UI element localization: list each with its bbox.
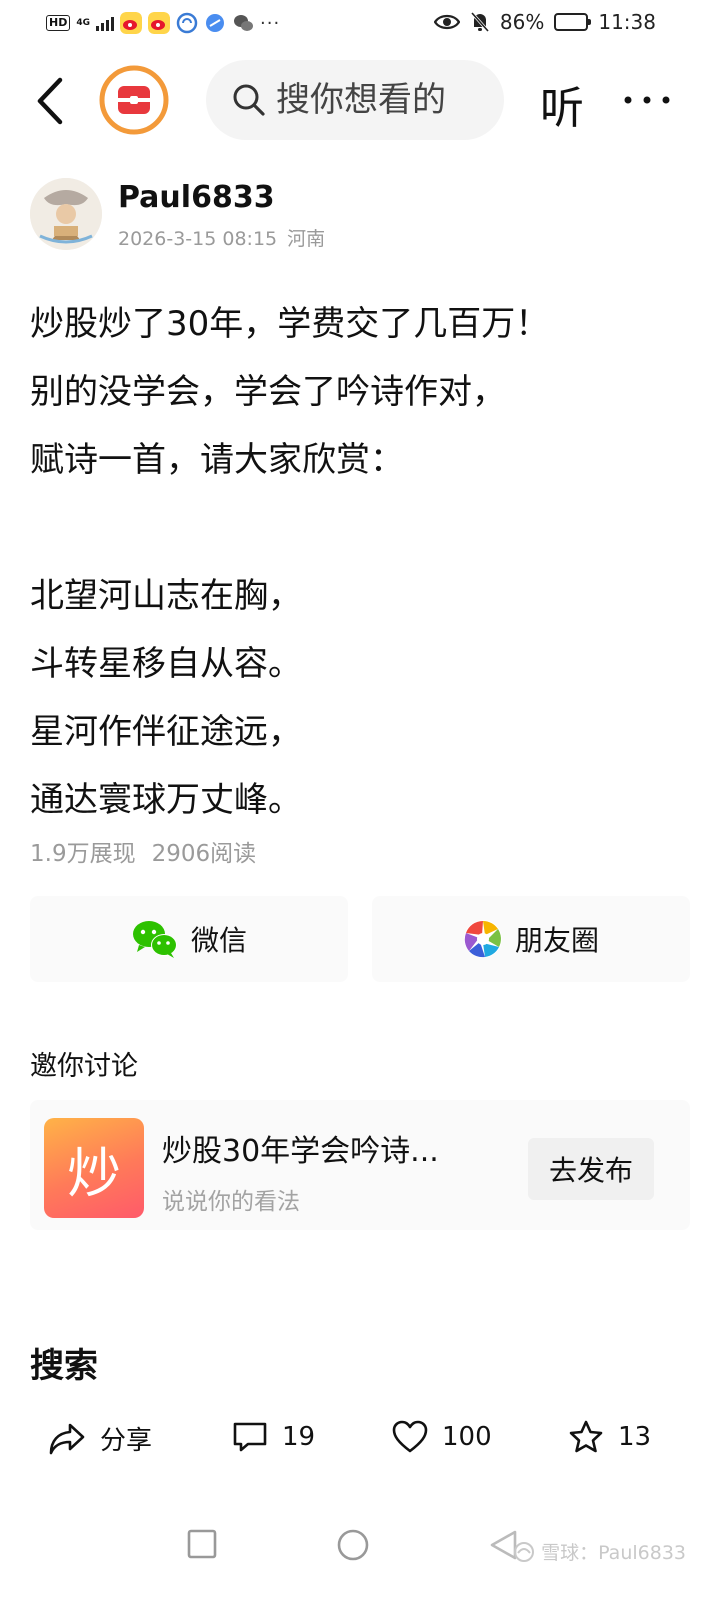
post-line: 别的没学会，学会了吟诗作对， — [30, 372, 506, 412]
favorite-count: 13 — [618, 1422, 652, 1452]
impressions-count: 1.9万展现 — [30, 841, 136, 867]
wechat-notification-icon — [234, 15, 253, 31]
more-menu-button[interactable] — [622, 80, 672, 127]
back-button[interactable] — [30, 74, 70, 128]
comment-action-button[interactable]: 19 — [232, 1420, 315, 1454]
comment-count: 19 — [282, 1422, 316, 1452]
poem-line: 北望河山志在胸， — [30, 576, 302, 616]
topic-icon: 炒 — [44, 1118, 144, 1218]
author-name[interactable]: Paul6833 — [118, 180, 275, 215]
share-action-label: 分享 — [100, 1426, 153, 1456]
more-dots-icon — [624, 96, 670, 104]
app-notification-icon — [176, 12, 198, 34]
like-count: 100 — [442, 1422, 492, 1452]
system-nav-bar: 雪球：Paul6833 — [0, 1500, 720, 1600]
topic-title: 炒股30年学会吟诗... — [162, 1134, 439, 1169]
poem-line: 斗转星移自从容。 — [30, 644, 302, 684]
listen-button[interactable]: 听 — [540, 72, 584, 136]
post-stats: 1.9万展现 2906阅读 — [30, 834, 256, 868]
post-datetime: 2026-3-15 08:15 — [118, 228, 278, 250]
search-section-heading: 搜索 — [30, 1346, 98, 1386]
clock: 11:38 — [598, 10, 656, 34]
eye-comfort-icon — [433, 14, 460, 30]
mute-bell-icon — [470, 12, 490, 32]
avatar[interactable] — [30, 178, 102, 250]
comment-icon — [233, 1422, 267, 1452]
hd-indicator: HD — [46, 15, 71, 31]
search-input[interactable] — [276, 80, 476, 120]
watermark: 雪球：Paul6833 — [513, 1538, 686, 1565]
reads-count: 2906阅读 — [151, 841, 257, 867]
more-notifications-icon: ··· — [260, 12, 281, 34]
share-row: 微信 朋友圈 — [30, 896, 690, 982]
post-location: 河南 — [287, 228, 326, 250]
search-bar[interactable] — [206, 60, 504, 140]
weibo-notification-icon-2 — [148, 12, 170, 34]
signal-icon — [96, 15, 114, 31]
app-logo-icon[interactable] — [98, 64, 170, 136]
heart-icon — [392, 1420, 428, 1453]
author-header: Paul6833 2026-3-15 08:15 河南 — [30, 178, 690, 250]
poem-line: 星河作伴征途远， — [30, 712, 302, 752]
weibo-notification-icon — [120, 12, 142, 34]
poem-line: 通达寰球万丈峰。 — [30, 780, 302, 820]
browser-notification-icon — [206, 14, 224, 32]
network-type: 4G — [76, 17, 90, 28]
top-nav: 听 — [0, 56, 720, 146]
like-action-button[interactable]: 100 — [392, 1420, 492, 1454]
wechat-icon — [132, 921, 177, 958]
share-moments-label: 朋友圈 — [514, 924, 599, 957]
post-line: 赋诗一首，请大家欣赏： — [30, 440, 404, 480]
publish-button[interactable]: 去发布 — [528, 1138, 654, 1200]
snowball-logo-icon — [514, 1541, 535, 1562]
avatar-image — [30, 178, 102, 250]
post-line: 炒股炒了30年，学费交了几百万！ — [30, 304, 550, 344]
share-arrow-icon — [49, 1423, 85, 1454]
status-left: HD 4G ··· — [46, 12, 280, 34]
watermark-text: 雪球：Paul6833 — [541, 1542, 686, 1564]
topic-card[interactable]: 炒 炒股30年学会吟诗... 说说你的看法 去发布 — [30, 1100, 690, 1230]
moments-icon — [463, 920, 502, 958]
back-arrow-icon — [37, 77, 63, 125]
share-action-button[interactable]: 分享 — [48, 1420, 152, 1457]
share-moments-button[interactable]: 朋友圈 — [372, 896, 690, 982]
battery-percent: 86% — [499, 10, 545, 34]
battery-icon — [554, 13, 592, 31]
share-wechat-button[interactable]: 微信 — [30, 896, 348, 982]
search-icon — [233, 84, 265, 116]
post-meta: 2026-3-15 08:15 河南 — [118, 224, 325, 251]
star-icon — [569, 1420, 603, 1453]
post-content: 炒股炒了30年，学费交了几百万！ 别的没学会，学会了吟诗作对， 赋诗一首，请大家… — [30, 290, 690, 834]
action-bar: 分享 19 100 13 — [0, 1410, 720, 1476]
recent-apps-icon[interactable] — [186, 1528, 218, 1560]
status-right: 86% 11:38 — [433, 10, 656, 34]
topic-subtitle: 说说你的看法 — [162, 1189, 300, 1215]
share-wechat-label: 微信 — [190, 924, 247, 957]
home-icon[interactable] — [336, 1528, 370, 1562]
status-bar: HD 4G ··· 86% 11:38 — [0, 0, 720, 48]
discussion-heading: 邀你讨论 — [30, 1051, 138, 1082]
favorite-action-button[interactable]: 13 — [568, 1420, 651, 1454]
